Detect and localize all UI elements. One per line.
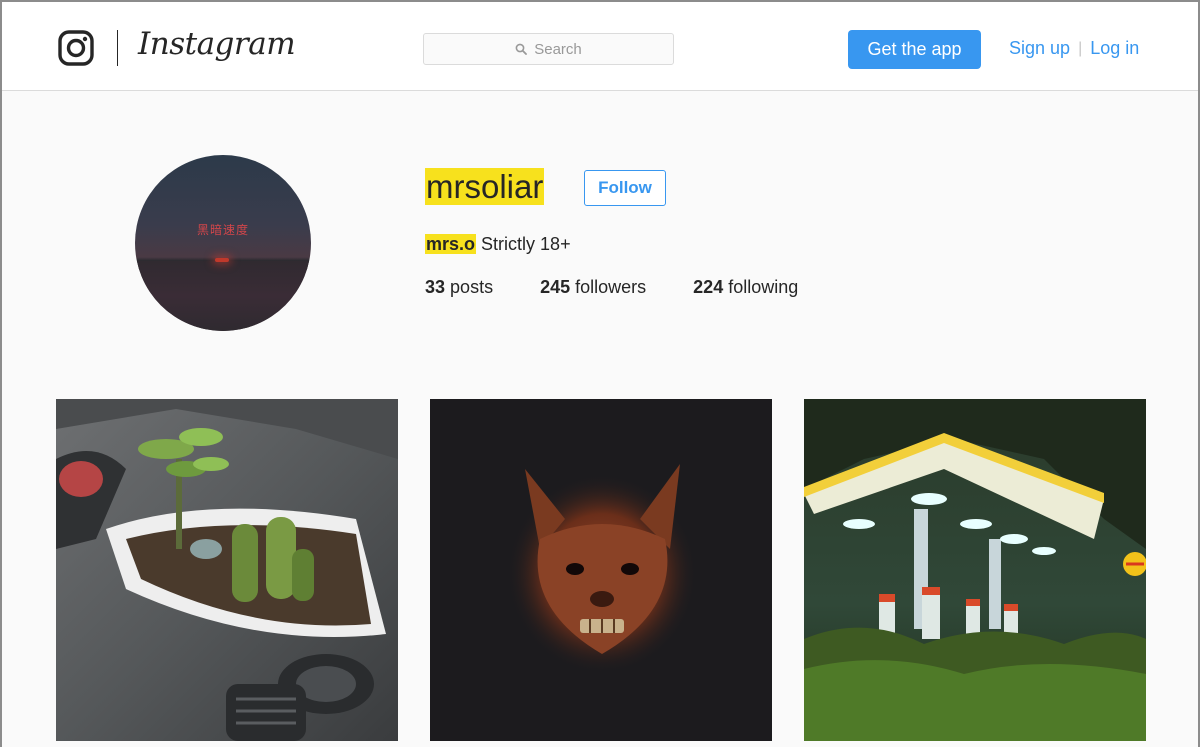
logo-divider — [117, 30, 118, 66]
follow-button[interactable]: Follow — [584, 170, 666, 206]
post-image-creature — [430, 399, 772, 741]
browser-frame: Instagram Search Get the app Sign up | L… — [0, 0, 1200, 747]
posts-label: posts — [450, 277, 494, 297]
bio-text: Strictly 18+ — [481, 234, 571, 254]
top-nav-bar: Instagram Search Get the app Sign up | L… — [2, 2, 1198, 91]
posts-count: 33 — [425, 277, 446, 297]
post-thumbnail-cactus[interactable] — [56, 399, 398, 741]
followers-count: 245 — [540, 277, 571, 297]
search-input[interactable]: Search — [423, 33, 674, 65]
avatar-caption: 黑暗速度 — [196, 223, 249, 237]
following-count: 224 — [693, 277, 724, 297]
username-highlight: mrsoliar — [425, 168, 545, 205]
stat-following[interactable]: 224 following — [693, 277, 798, 298]
post-thumbnail-gas-station[interactable] — [804, 399, 1146, 741]
profile-avatar[interactable]: 黑暗速度 — [135, 155, 311, 331]
sign-up-link[interactable]: Sign up — [1009, 38, 1070, 59]
profile-stats: 33 posts 245 followers 224 following — [425, 277, 798, 298]
instagram-camera-icon[interactable] — [58, 30, 94, 66]
following-label: following — [728, 277, 799, 297]
instagram-wordmark[interactable]: Instagram — [138, 26, 296, 62]
post-thumbnail-creature[interactable] — [430, 399, 772, 741]
search-icon — [515, 43, 528, 55]
followers-label: followers — [575, 277, 647, 297]
avatar-horizon — [135, 261, 311, 331]
bio-full-name: mrs.o — [425, 234, 477, 254]
auth-links: Sign up | Log in — [1009, 38, 1139, 59]
search-placeholder: Search — [534, 40, 582, 58]
profile-username: mrsoliar — [425, 168, 545, 206]
stat-followers[interactable]: 245 followers — [540, 277, 646, 298]
post-image-gas-station — [804, 399, 1146, 741]
avatar-sun — [215, 258, 229, 262]
stat-posts: 33 posts — [425, 277, 493, 298]
log-in-link[interactable]: Log in — [1090, 38, 1139, 59]
post-image-cactus — [56, 399, 398, 741]
auth-separator: | — [1078, 39, 1083, 57]
get-the-app-button[interactable]: Get the app — [848, 30, 981, 69]
profile-bio: mrs.o Strictly 18+ — [425, 234, 571, 255]
